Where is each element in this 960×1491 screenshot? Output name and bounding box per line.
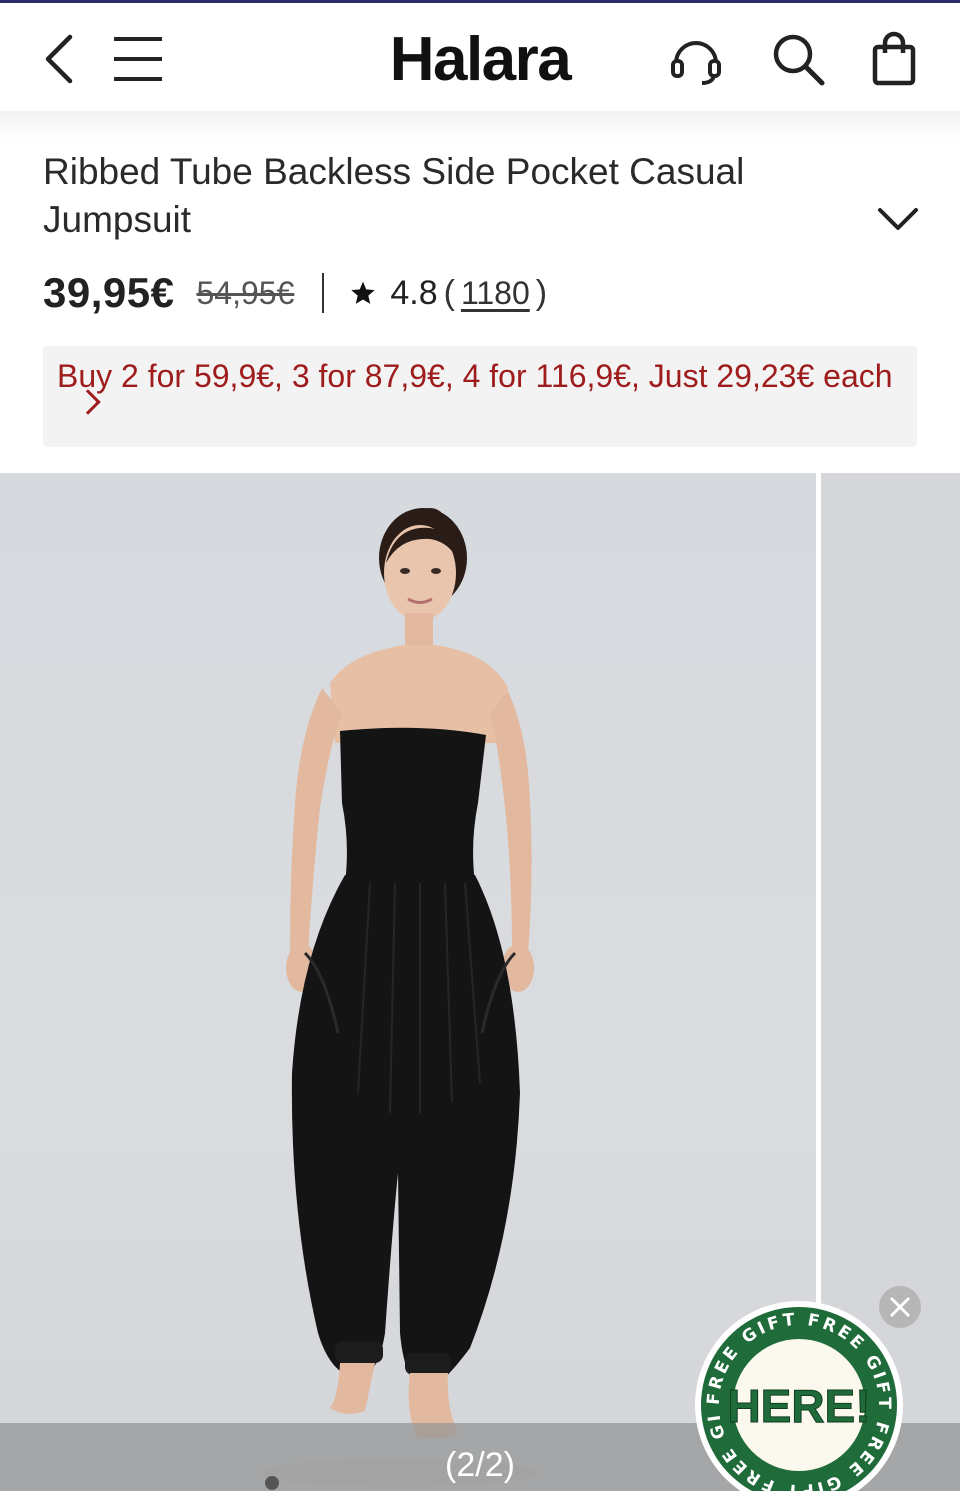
price-divider <box>322 273 325 313</box>
back-icon <box>45 34 73 84</box>
product-title: Ribbed Tube Backless Side Pocket Casual … <box>43 151 745 240</box>
expand-details-button[interactable] <box>874 200 922 240</box>
customer-support-button[interactable] <box>668 31 724 87</box>
free-gift-badge[interactable]: FREE GIFT FREE GIFT FREE GIFT FREE GIFT … <box>685 1283 906 1491</box>
search-icon <box>773 34 825 86</box>
pagination-dot[interactable] <box>265 1476 279 1490</box>
top-navigation-bar: Halara <box>0 3 960 111</box>
review-count-link[interactable]: 1180 <box>461 275 530 312</box>
search-button[interactable] <box>770 31 826 87</box>
price-rating-row: 39,95€ 54,95€ 4.8 ( 1180 ) <box>43 266 553 320</box>
headset-icon <box>671 41 721 85</box>
cart-button[interactable] <box>866 31 922 87</box>
menu-button[interactable] <box>110 31 166 87</box>
gift-center-text: HERE! <box>727 1380 870 1432</box>
rating-value: 4.8 <box>390 273 438 312</box>
back-button[interactable] <box>30 31 86 87</box>
brand-logo[interactable]: Halara <box>330 25 630 95</box>
image-counter: (2/2) <box>445 1446 515 1484</box>
bundle-promo-banner[interactable]: Buy 2 for 59,9€, 3 for 87,9€, 4 for 116,… <box>43 346 917 447</box>
shopping-bag-icon <box>872 31 916 86</box>
chevron-down-icon <box>878 208 918 230</box>
promo-text: Buy 2 for 59,9€, 3 for 87,9€, 4 for 116,… <box>57 358 893 394</box>
header-shadow <box>0 111 960 141</box>
free-gift-badge-graphic: FREE GIFT FREE GIFT FREE GIFT FREE GIFT … <box>685 1283 903 1491</box>
paren-open: ( <box>443 273 455 312</box>
original-price: 54,95€ <box>196 274 295 311</box>
star-icon <box>351 281 376 304</box>
paren-close: ) <box>535 273 548 312</box>
menu-icon <box>114 37 162 81</box>
current-price: 39,95€ <box>43 269 175 316</box>
